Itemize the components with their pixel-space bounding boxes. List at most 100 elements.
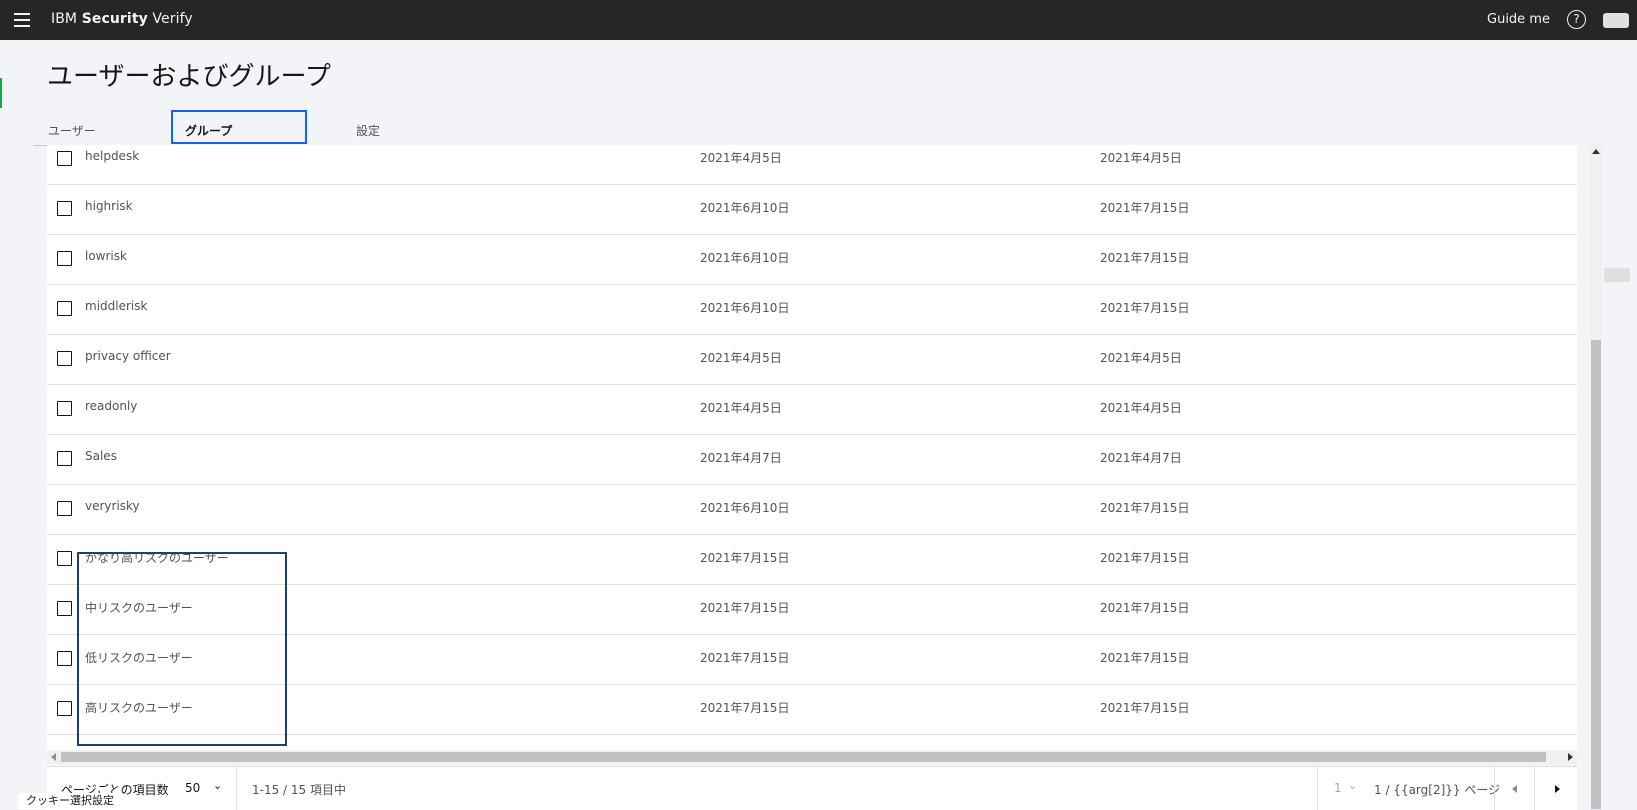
- divider: [1317, 767, 1318, 810]
- created-date: 2021年7月15日: [700, 601, 790, 615]
- brand-prefix: IBM: [51, 11, 78, 27]
- row-checkbox[interactable]: [57, 201, 72, 216]
- chevron-down-icon[interactable]: ⌄: [213, 779, 222, 792]
- group-name[interactable]: middlerisk: [85, 299, 147, 313]
- table-row[interactable]: Sales 2021年4月7日 2021年4月7日: [47, 435, 1577, 485]
- left-accent-strip: [0, 78, 2, 108]
- top-header: IBM Security Verify Guide me ?: [0, 0, 1637, 40]
- tab-bar: ユーザー グループ 設定: [33, 110, 445, 146]
- help-icon[interactable]: ?: [1567, 10, 1586, 29]
- modified-date: 2021年7月15日: [1100, 501, 1190, 515]
- group-name[interactable]: かなり高リスクのユーザー: [85, 549, 229, 566]
- group-name[interactable]: lowrisk: [85, 249, 127, 263]
- row-checkbox[interactable]: [57, 301, 72, 316]
- table-row[interactable]: helpdesk 2021年4月5日 2021年4月5日: [47, 145, 1577, 185]
- group-name[interactable]: veryrisky: [85, 499, 140, 513]
- group-name[interactable]: Sales: [85, 449, 117, 463]
- row-checkbox[interactable]: [57, 701, 72, 716]
- table-row[interactable]: readonly 2021年4月5日 2021年4月5日: [47, 385, 1577, 435]
- group-name[interactable]: privacy officer: [85, 349, 171, 363]
- created-date: 2021年6月10日: [700, 501, 790, 515]
- caret-right-icon[interactable]: [1555, 785, 1560, 793]
- scroll-left-icon[interactable]: [51, 753, 56, 761]
- created-date: 2021年7月15日: [700, 701, 790, 715]
- modified-date: 2021年7月15日: [1100, 551, 1190, 565]
- side-panel-handle[interactable]: [1604, 268, 1630, 282]
- horizontal-scroll-thumb[interactable]: [61, 752, 1546, 762]
- item-range-text: 1-15 / 15 項目中: [252, 783, 346, 797]
- caret-left-icon[interactable]: [1512, 785, 1517, 793]
- page-title: ユーザーおよびグループ: [47, 62, 331, 92]
- cookie-preferences-link[interactable]: クッキー選択設定: [18, 793, 122, 809]
- modified-date: 2021年4月5日: [1100, 401, 1182, 415]
- group-name[interactable]: 高リスクのユーザー: [85, 699, 193, 716]
- avatar[interactable]: [1603, 13, 1629, 28]
- row-checkbox[interactable]: [57, 651, 72, 666]
- created-date: 2021年7月15日: [700, 651, 790, 665]
- modified-date: 2021年7月15日: [1100, 701, 1190, 715]
- page-number-select[interactable]: 1: [1334, 781, 1342, 795]
- brand-bold: Security: [81, 11, 148, 27]
- group-name[interactable]: 中リスクのユーザー: [85, 599, 193, 616]
- divider: [236, 767, 237, 810]
- divider: [1534, 767, 1535, 810]
- tab-settings[interactable]: 設定: [307, 110, 443, 144]
- created-date: 2021年7月15日: [700, 551, 790, 565]
- group-name[interactable]: highrisk: [85, 199, 133, 213]
- created-date: 2021年6月10日: [700, 251, 790, 265]
- tab-users[interactable]: ユーザー: [33, 110, 171, 144]
- row-checkbox[interactable]: [57, 451, 72, 466]
- menu-icon[interactable]: [10, 8, 34, 32]
- tab-users-label: ユーザー: [48, 124, 96, 138]
- tab-settings-label: 設定: [356, 124, 381, 138]
- created-date: 2021年4月5日: [700, 351, 782, 365]
- table-row[interactable]: 低リスクのユーザー 2021年7月15日 2021年7月15日: [47, 635, 1577, 685]
- created-date: 2021年6月10日: [700, 301, 790, 315]
- items-per-page-select[interactable]: 50: [185, 781, 200, 795]
- modified-date: 2021年4月7日: [1100, 451, 1182, 465]
- tab-groups[interactable]: グループ: [171, 110, 307, 144]
- row-checkbox[interactable]: [57, 151, 72, 166]
- row-checkbox[interactable]: [57, 601, 72, 616]
- table-row[interactable]: 中リスクのユーザー 2021年7月15日 2021年7月15日: [47, 585, 1577, 635]
- scroll-right-icon[interactable]: [1568, 753, 1573, 761]
- modified-date: 2021年7月15日: [1100, 251, 1190, 265]
- horizontal-scrollbar[interactable]: [47, 750, 1577, 764]
- row-checkbox[interactable]: [57, 501, 72, 516]
- divider: [1494, 767, 1495, 810]
- product-brand[interactable]: IBM Security Verify: [51, 11, 193, 27]
- row-checkbox[interactable]: [57, 401, 72, 416]
- vertical-scrollbar[interactable]: [1590, 145, 1602, 809]
- group-name[interactable]: 低リスクのユーザー: [85, 649, 193, 666]
- guide-me-link[interactable]: Guide me: [1487, 12, 1550, 27]
- table-row[interactable]: middlerisk 2021年6月10日 2021年7月15日: [47, 285, 1577, 335]
- created-date: 2021年4月5日: [700, 401, 782, 415]
- groups-table: helpdesk 2021年4月5日 2021年4月5日 highrisk 2021年…: [47, 145, 1577, 750]
- page-of-text: 1 / {{arg[2]}} ページ: [1374, 783, 1501, 797]
- modified-date: 2021年4月5日: [1100, 151, 1182, 165]
- brand-suffix: Verify: [152, 11, 193, 27]
- modified-date: 2021年7月15日: [1100, 651, 1190, 665]
- pagination-bar: ページごとの項目数 50 ⌄ 1-15 / 15 項目中 1 ⌄ 1 / {{a…: [47, 766, 1577, 810]
- table-row[interactable]: 高リスクのユーザー 2021年7月15日 2021年7月15日: [47, 685, 1577, 735]
- group-name[interactable]: helpdesk: [85, 149, 139, 163]
- tab-groups-label: グループ: [185, 124, 233, 138]
- table-row[interactable]: かなり高リスクのユーザー 2021年7月15日 2021年7月15日: [47, 535, 1577, 585]
- row-checkbox[interactable]: [57, 551, 72, 566]
- table-row[interactable]: veryrisky 2021年6月10日 2021年7月15日: [47, 485, 1577, 535]
- table-row[interactable]: lowrisk 2021年6月10日 2021年7月15日: [47, 235, 1577, 285]
- row-checkbox[interactable]: [57, 351, 72, 366]
- row-checkbox[interactable]: [57, 251, 72, 266]
- group-name[interactable]: readonly: [85, 399, 137, 413]
- vertical-scroll-thumb[interactable]: [1591, 340, 1601, 809]
- modified-date: 2021年7月15日: [1100, 301, 1190, 315]
- table-row[interactable]: privacy officer 2021年4月5日 2021年4月5日: [47, 335, 1577, 385]
- scroll-up-icon[interactable]: [1592, 149, 1600, 154]
- created-date: 2021年4月7日: [700, 451, 782, 465]
- modified-date: 2021年7月15日: [1100, 201, 1190, 215]
- created-date: 2021年6月10日: [700, 201, 790, 215]
- chevron-down-icon[interactable]: ⌄: [1348, 779, 1357, 792]
- modified-date: 2021年7月15日: [1100, 601, 1190, 615]
- table-row[interactable]: highrisk 2021年6月10日 2021年7月15日: [47, 185, 1577, 235]
- created-date: 2021年4月5日: [700, 151, 782, 165]
